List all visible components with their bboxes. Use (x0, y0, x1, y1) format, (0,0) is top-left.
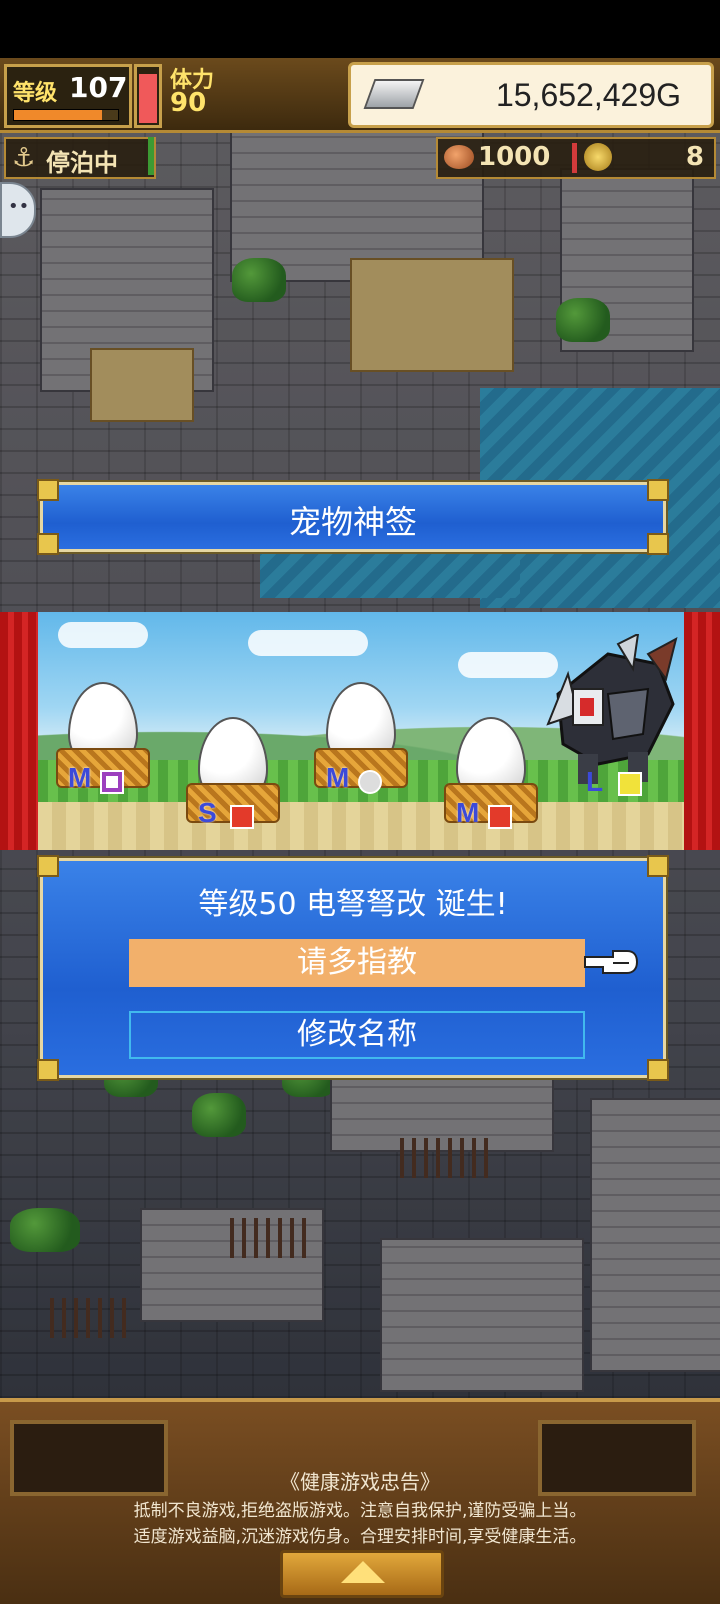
greet-button[interactable]: 请多指教 (129, 939, 585, 987)
birth-dialog: 等级50 电弩弩改 诞生! 请多指教 修改名称 (37, 855, 669, 1081)
silver-bar-icon (363, 79, 425, 109)
level-progress-track (13, 109, 119, 121)
chat-icon: •• (8, 196, 30, 217)
type-badge (358, 770, 382, 794)
birth-message: 等级50 电弩弩改 诞生! (198, 887, 508, 922)
egg-size-label: M (326, 762, 350, 793)
anchor-status[interactable]: ⚓ 停泊中 (4, 137, 156, 179)
level-label: 等级 (13, 81, 58, 106)
level-progress-bar (14, 110, 103, 120)
gold-value: 15,652,429G (495, 77, 681, 113)
hud-top-bar: 等级 107 体力 90 15,652,429G (0, 58, 720, 133)
panel-corner (647, 1059, 669, 1081)
anchor-icon: ⚓ (12, 143, 36, 173)
level-value: 107 (69, 71, 128, 104)
pointing-hand-icon (584, 950, 639, 974)
type-badge (488, 805, 512, 829)
menu-toggle-button[interactable] (280, 1550, 444, 1598)
cloud (58, 622, 148, 648)
rename-button[interactable]: 修改名称 (129, 1011, 585, 1059)
curtain-right (684, 612, 720, 850)
cloud (248, 630, 368, 656)
panel-corner (37, 1059, 59, 1081)
ground (38, 802, 684, 850)
arrow-up-icon (341, 1561, 385, 1583)
curtain-left (0, 612, 38, 850)
health-notice-title: 《健康游戏忠告》 (280, 1470, 440, 1494)
panel-title: 宠物神签 (288, 503, 417, 541)
title-panel: 宠物神签 (37, 479, 669, 555)
panel-corner (37, 855, 59, 877)
meat-icon (444, 145, 474, 169)
gold-display[interactable]: 15,652,429G (348, 62, 714, 128)
egg-size-label: M (68, 762, 92, 793)
hud-resource-row: ⚓ 停泊中 1000 8 (0, 133, 720, 179)
resource-display[interactable]: 1000 8 (436, 137, 716, 179)
stamina-gauge (134, 64, 162, 128)
pet-stage: M S M M L (38, 612, 684, 850)
anchor-label: 停泊中 (46, 149, 118, 177)
type-badge (230, 805, 254, 829)
anchor-indicator (148, 137, 154, 175)
medal-icon (584, 143, 612, 171)
mech-dragon-pet[interactable] (538, 634, 678, 794)
pet-size-label: L (586, 766, 604, 797)
type-badge (100, 770, 124, 794)
stamina-fill (139, 73, 157, 123)
health-notice-line: 抵制不良游戏,拒绝盗版游戏。注意自我保护,谨防受骗上当。 (133, 1501, 587, 1521)
medal-value: 8 (685, 142, 704, 172)
stamina-value: 90 (170, 88, 207, 118)
type-badge (618, 772, 642, 796)
egg-size-label: S (198, 797, 217, 828)
player-level[interactable]: 等级 107 (4, 64, 132, 128)
meat-separator (572, 143, 577, 173)
panel-corner (647, 855, 669, 877)
health-notice-line: 适度游戏益脑,沉迷游戏伤身。合理安排时间,享受健康生活。 (133, 1527, 587, 1547)
meat-value: 1000 (478, 142, 551, 172)
bottom-bar: 《健康游戏忠告》 抵制不良游戏,拒绝盗版游戏。注意自我保护,谨防受骗上当。 适度… (0, 1398, 720, 1604)
status-bar (0, 0, 720, 58)
egg-size-label: M (456, 797, 480, 828)
